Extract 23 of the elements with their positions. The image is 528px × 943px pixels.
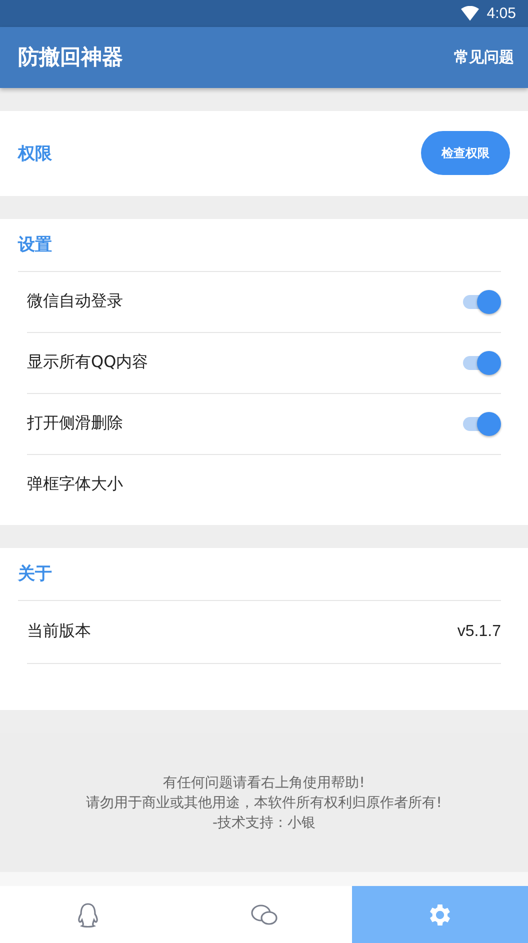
version-label: 当前版本 — [27, 621, 91, 642]
footer-text: -技术支持：小银 — [212, 814, 316, 833]
toggle-switch[interactable] — [463, 410, 501, 437]
version-value: v5.1.7 — [457, 622, 501, 641]
setting-label: 微信自动登录 — [27, 291, 123, 312]
app-title: 防撤回神器 — [18, 44, 123, 72]
section-heading: 设置 — [18, 234, 52, 256]
faq-button[interactable]: 常见问题 — [452, 44, 516, 71]
nav-tab[interactable] — [352, 886, 528, 943]
status-time: 4:05 — [486, 4, 516, 22]
check-permission-button[interactable]: 检查权限 — [421, 131, 510, 176]
penguin-icon — [77, 902, 99, 928]
section-heading: 关于 — [18, 563, 52, 586]
footer-text: 请勿用于商业或其他用途，本软件所有权利归原作者所有! — [86, 794, 442, 813]
setting-label: 弹框字体大小 — [27, 474, 123, 496]
setting-label: 显示所有QQ内容 — [27, 352, 148, 374]
wifi-icon — [460, 6, 479, 21]
chat-bubbles-icon — [250, 902, 278, 927]
toggle-switch[interactable] — [463, 288, 501, 315]
toggle-switch[interactable] — [463, 350, 501, 376]
setting-label: 打开侧滑删除 — [27, 413, 123, 434]
footer-text: 有任何问题请看右上角使用帮助! — [163, 774, 365, 793]
section-heading: 权限 — [18, 142, 52, 165]
